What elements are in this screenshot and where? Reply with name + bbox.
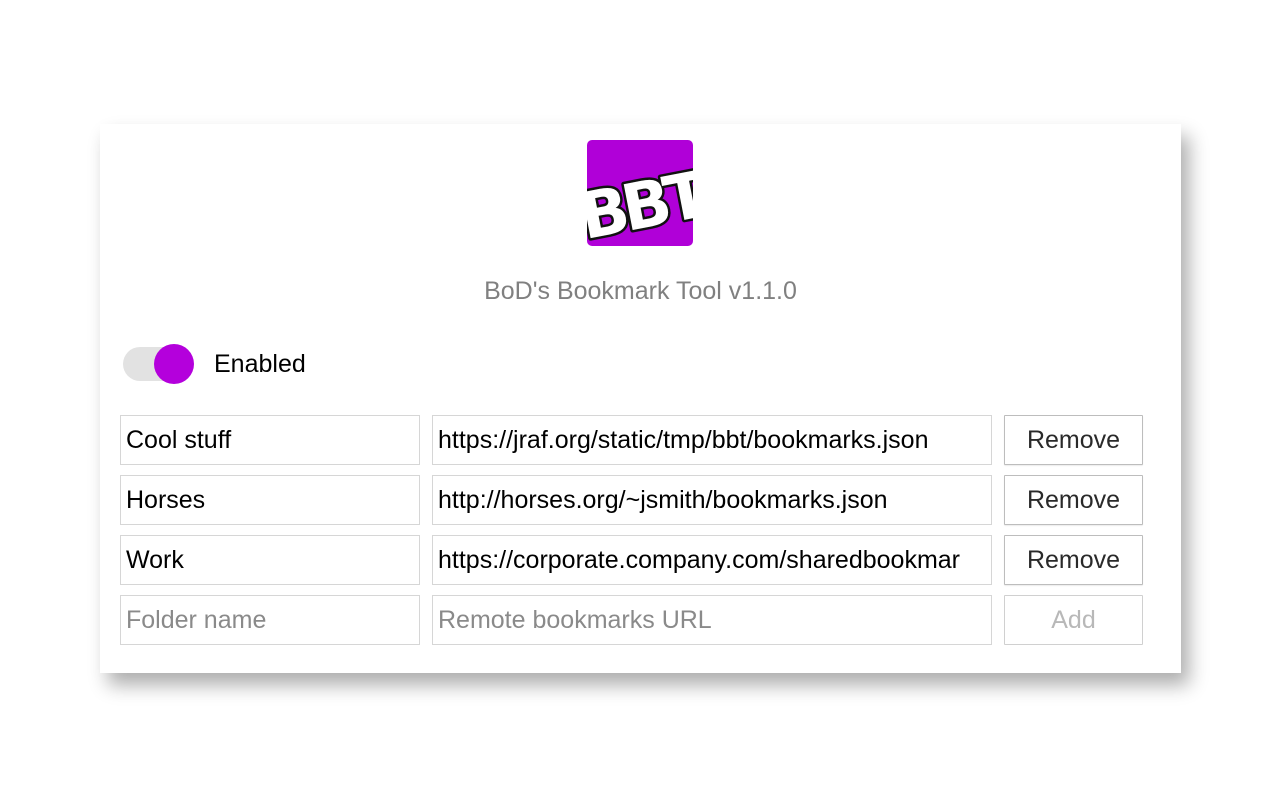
folder-name-input[interactable] [120, 415, 420, 465]
new-bookmark-row: Add [120, 595, 1143, 645]
options-panel: BBT BoD's Bookmark Tool v1.1.0 Enabled R… [100, 124, 1181, 673]
bookmark-row: Remove [120, 415, 1143, 465]
add-button[interactable]: Add [1004, 595, 1143, 645]
bbt-logo: BBT [587, 140, 693, 246]
remove-button[interactable]: Remove [1004, 415, 1143, 465]
toggle-knob [154, 344, 194, 384]
remove-button[interactable]: Remove [1004, 535, 1143, 585]
enabled-toggle[interactable] [123, 344, 199, 384]
bookmark-row: Remove [120, 535, 1143, 585]
bookmark-row: Remove [120, 475, 1143, 525]
remove-button[interactable]: Remove [1004, 475, 1143, 525]
bookmarks-url-input[interactable] [432, 475, 992, 525]
folder-name-input[interactable] [120, 475, 420, 525]
bookmarks-url-input[interactable] [432, 535, 992, 585]
folder-name-input[interactable] [120, 535, 420, 585]
new-folder-name-input[interactable] [120, 595, 420, 645]
new-bookmarks-url-input[interactable] [432, 595, 992, 645]
enabled-label: Enabled [214, 350, 306, 378]
app-title: BoD's Bookmark Tool v1.1.0 [484, 277, 797, 305]
bookmarks-url-input[interactable] [432, 415, 992, 465]
svg-text:BBT: BBT [587, 158, 693, 246]
